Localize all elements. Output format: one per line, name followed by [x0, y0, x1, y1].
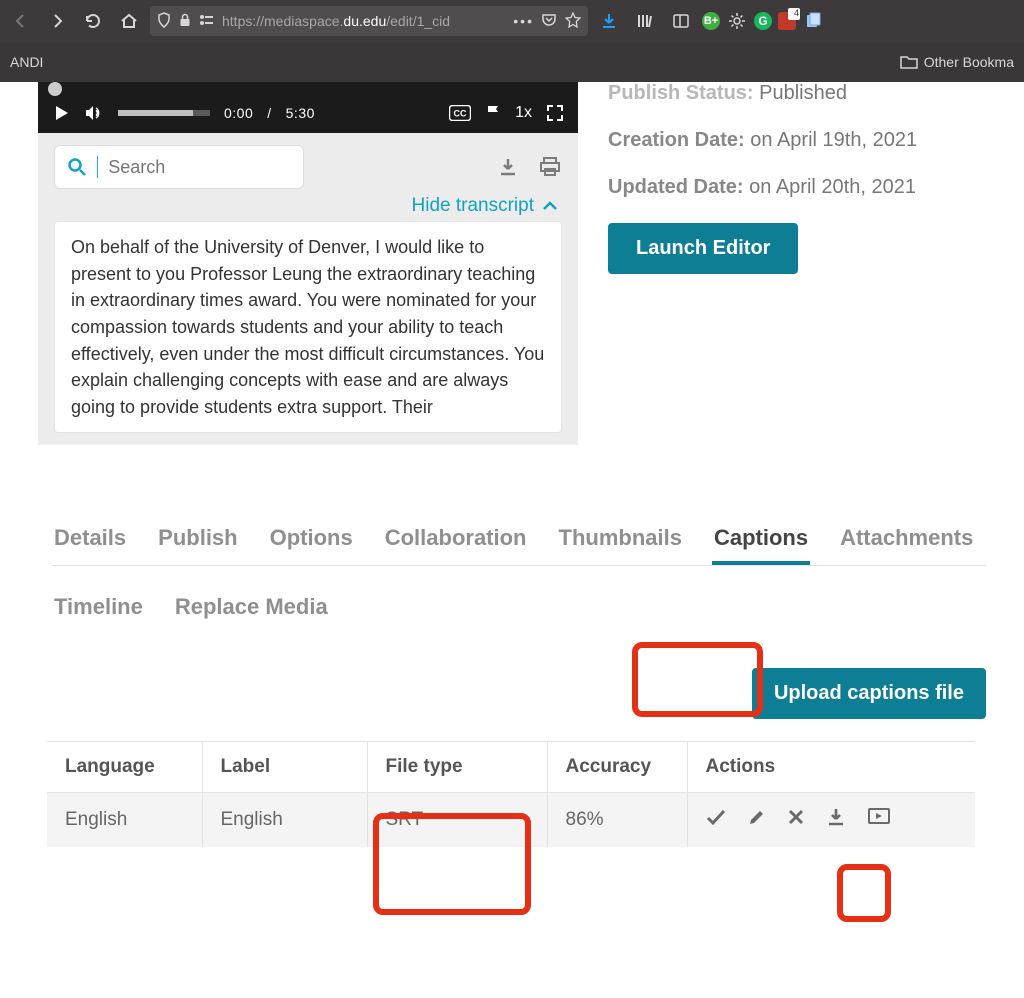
- cell-language: English: [47, 793, 202, 848]
- extension-b-icon[interactable]: B+: [702, 12, 720, 30]
- edit-tabs: Details Publish Options Collaboration Th…: [52, 519, 986, 634]
- text-cursor: [97, 156, 98, 178]
- extension-grammarly-icon[interactable]: G: [754, 12, 772, 30]
- extension-ublock-icon[interactable]: 4: [778, 12, 796, 30]
- annotation-box-filetype: [373, 813, 531, 915]
- tab-replace-media[interactable]: Replace Media: [173, 580, 330, 634]
- tab-collaboration[interactable]: Collaboration: [383, 519, 529, 565]
- svg-text:CC: CC: [454, 109, 467, 119]
- publish-status-row: Publish Status: Published: [608, 82, 1024, 105]
- creation-date-row: Creation Date: on April 19th, 2021: [608, 129, 1024, 152]
- col-filetype: File type: [367, 742, 547, 793]
- tab-timeline[interactable]: Timeline: [52, 580, 145, 634]
- cell-accuracy: 86%: [547, 793, 687, 848]
- pocket-icon[interactable]: [540, 12, 558, 31]
- launch-editor-button[interactable]: Launch Editor: [608, 223, 798, 274]
- transcript-toolbar: [38, 133, 578, 189]
- video-controls: 0:00 / 5:30 CC 1x: [38, 93, 578, 133]
- cell-actions: [687, 793, 975, 848]
- library-icon[interactable]: [630, 6, 660, 36]
- address-bar[interactable]: https://mediaspace.du.edu/edit/1_cid •••: [150, 6, 588, 36]
- tab-captions[interactable]: Captions: [712, 519, 810, 565]
- action-download-icon[interactable]: [826, 807, 846, 833]
- time-sep: /: [267, 105, 271, 121]
- tab-attachments[interactable]: Attachments: [838, 519, 975, 565]
- browser-toolbar: https://mediaspace.du.edu/edit/1_cid •••…: [0, 0, 1024, 42]
- col-actions: Actions: [687, 742, 975, 793]
- transcript-search-input[interactable]: [108, 157, 291, 178]
- bookmark-item-andi[interactable]: ANDI: [10, 54, 43, 70]
- col-label: Label: [202, 742, 367, 793]
- action-set-default-icon[interactable]: [706, 808, 726, 832]
- cell-label: English: [202, 793, 367, 848]
- col-language: Language: [47, 742, 202, 793]
- search-icon: [67, 157, 87, 177]
- annotation-box-download: [837, 864, 891, 922]
- time-total: 5:30: [286, 105, 315, 121]
- tab-details[interactable]: Details: [52, 519, 128, 565]
- entry-meta-panel: Publish Status: Published Creation Date:…: [608, 82, 1024, 445]
- tracking-shield-icon[interactable]: [156, 12, 172, 31]
- back-button[interactable]: [6, 6, 36, 36]
- sidebar-toggle-icon[interactable]: [666, 6, 696, 36]
- annotation-box-captions: [632, 642, 763, 717]
- lock-icon[interactable]: [178, 13, 192, 30]
- cc-icon[interactable]: CC: [449, 105, 471, 121]
- bookmark-folder-other[interactable]: Other Bookma: [900, 54, 1014, 70]
- fullscreen-icon[interactable]: [546, 104, 564, 122]
- upload-captions-button[interactable]: Upload captions file: [752, 668, 986, 719]
- reload-button[interactable]: [78, 6, 108, 36]
- action-preview-icon[interactable]: [868, 808, 890, 832]
- permissions-icon[interactable]: [198, 13, 216, 30]
- extension-gear-icon[interactable]: [726, 10, 748, 32]
- video-player[interactable]: 0:00 / 5:30 CC 1x: [38, 82, 578, 133]
- hide-transcript-toggle[interactable]: Hide transcript: [38, 189, 578, 221]
- time-current: 0:00: [224, 105, 253, 121]
- updated-date-row: Updated Date: on April 20th, 2021: [608, 176, 1024, 199]
- page-content: 0:00 / 5:30 CC 1x: [0, 82, 1024, 847]
- tab-publish[interactable]: Publish: [156, 519, 239, 565]
- download-transcript-icon[interactable]: [496, 155, 520, 179]
- folder-icon: [900, 54, 918, 70]
- volume-icon[interactable]: [84, 104, 104, 122]
- chevron-up-icon: [542, 200, 558, 212]
- bookmark-star-icon[interactable]: [564, 12, 582, 31]
- print-transcript-icon[interactable]: [538, 155, 562, 179]
- action-delete-icon[interactable]: [788, 809, 804, 831]
- page-actions-menu-icon[interactable]: •••: [513, 13, 534, 29]
- transcript-text: On behalf of the University of Denver, I…: [54, 221, 562, 433]
- play-icon[interactable]: [52, 104, 70, 122]
- tab-thumbnails[interactable]: Thumbnails: [557, 519, 684, 565]
- col-accuracy: Accuracy: [547, 742, 687, 793]
- video-card: 0:00 / 5:30 CC 1x: [38, 82, 578, 445]
- home-button[interactable]: [114, 6, 144, 36]
- url-text: https://mediaspace.du.edu/edit/1_cid: [222, 13, 507, 29]
- forward-button[interactable]: [42, 6, 72, 36]
- transcript-search[interactable]: [54, 145, 304, 189]
- flag-icon[interactable]: [485, 104, 501, 122]
- downloads-icon[interactable]: [594, 6, 624, 36]
- action-edit-icon[interactable]: [748, 808, 766, 832]
- captions-header-row: Language Label File type Accuracy Action…: [47, 742, 975, 793]
- tab-options[interactable]: Options: [268, 519, 355, 565]
- extension-clipboard-icon[interactable]: [802, 10, 824, 32]
- volume-slider[interactable]: [118, 110, 210, 116]
- bookmarks-bar: ANDI Other Bookma: [0, 42, 1024, 82]
- speed-indicator[interactable]: 1x: [515, 104, 532, 122]
